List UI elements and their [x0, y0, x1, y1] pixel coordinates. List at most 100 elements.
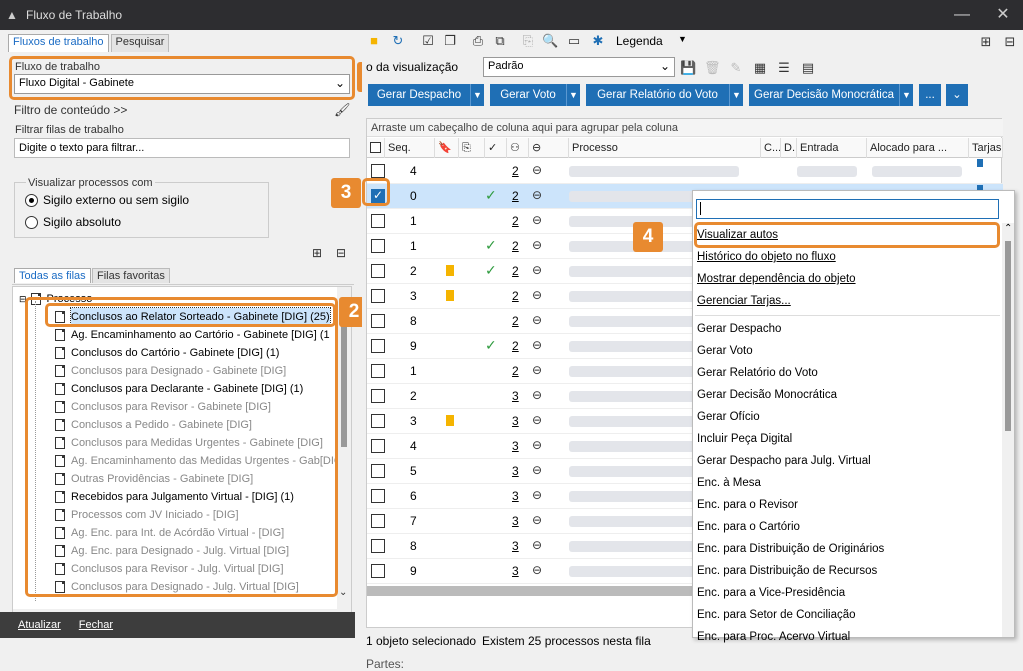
radio-external[interactable]: Sigilo externo ou sem sigilo [25, 193, 189, 207]
row-count-link[interactable]: 2 [512, 239, 519, 253]
row-checkbox[interactable] [371, 214, 385, 228]
row-count-link[interactable]: 2 [512, 189, 519, 203]
menu-item[interactable]: Mostrar dependência do objeto [697, 269, 856, 289]
menu-item[interactable]: Enc. para o Revisor [697, 495, 798, 515]
menu-item[interactable]: Enc. para Setor de Conciliação [697, 605, 856, 625]
menu-item[interactable]: Gerar Despacho [697, 319, 781, 339]
view-select[interactable]: Padrão ⌄ [483, 57, 675, 77]
row-count-link[interactable]: 3 [512, 439, 519, 453]
row-checkbox[interactable] [371, 164, 385, 178]
bookmark-icon[interactable]: ■ [366, 33, 382, 49]
calendar-icon[interactable]: ▤ [800, 60, 816, 76]
tree-scrollbar[interactable]: ⌄ [337, 287, 351, 609]
menu-scroll-up-icon[interactable]: ⌃ [1004, 223, 1012, 234]
header-checkbox[interactable] [367, 138, 385, 158]
link-icon[interactable]: ⊖ [532, 463, 542, 477]
row-checkbox[interactable] [371, 289, 385, 303]
menu-item[interactable]: Gerar Despacho para Julg. Virtual [697, 451, 871, 471]
row-count-link[interactable]: 3 [512, 539, 519, 553]
row-count-link[interactable]: 2 [512, 339, 519, 353]
menu-item[interactable]: Gerar Decisão Monocrática [697, 385, 837, 405]
header-tarjas[interactable]: Tarjas [969, 138, 1003, 158]
link-icon[interactable]: ⊖ [532, 288, 542, 302]
grid-hscroll-thumb[interactable] [367, 586, 692, 596]
row-count-link[interactable]: 2 [512, 214, 519, 228]
header-check-icon[interactable]: ✓ [485, 138, 507, 158]
tree-scroll-thumb[interactable] [341, 317, 347, 447]
link-icon[interactable]: ⊖ [532, 313, 542, 327]
print-icon[interactable]: ⎙ [470, 33, 486, 49]
content-filter-link[interactable]: Filtro de conteúdo >> [14, 103, 127, 117]
edit-icon[interactable]: ✎ [728, 60, 744, 76]
brush-icon[interactable]: 🖌 [334, 102, 351, 118]
refresh-link[interactable]: Atualizar [18, 619, 61, 631]
row-count-link[interactable]: 2 [512, 264, 519, 278]
link-icon[interactable]: ⊖ [532, 488, 542, 502]
menu-item[interactable]: Enc. para Proc. Acervo Virtual [697, 627, 850, 647]
link-icon[interactable]: ⊖ [532, 363, 542, 377]
menu-search-input[interactable] [696, 199, 999, 219]
header-entrada[interactable]: Entrada [797, 138, 867, 158]
gerar-despacho-button[interactable]: Gerar Despacho [368, 84, 470, 106]
menu-item[interactable]: Gerar Voto [697, 341, 753, 361]
row-count-link[interactable]: 2 [512, 364, 519, 378]
legend-button[interactable]: Legenda [616, 34, 663, 48]
row-checkbox[interactable] [371, 489, 385, 503]
gerar-despacho-dropdown[interactable]: ▼ [470, 84, 484, 106]
link-icon[interactable]: ⊖ [532, 263, 542, 277]
tree-view-icon[interactable]: ⊞ [978, 34, 994, 50]
header-people-icon[interactable]: ⚇ [507, 138, 529, 158]
header-d[interactable]: D. [781, 138, 797, 158]
menu-item[interactable]: Enc. para Distribuição de Recursos [697, 561, 877, 581]
tab-all-queues[interactable]: Todas as filas [14, 268, 91, 283]
row-checkbox[interactable] [371, 314, 385, 328]
menu-scrollbar[interactable]: ⌃ [1002, 223, 1014, 637]
row-count-link[interactable]: 3 [512, 389, 519, 403]
table-row[interactable]: 4 2 ⊖ [367, 159, 1003, 184]
tree-collapse-icon[interactable]: ⊟ [336, 246, 346, 260]
link-icon[interactable]: ⊖ [532, 563, 542, 577]
header-link-icon[interactable]: ⊖ [529, 138, 569, 158]
row-checkbox[interactable] [371, 439, 385, 453]
menu-item[interactable]: Incluir Peça Digital [697, 429, 792, 449]
row-count-link[interactable]: 3 [512, 489, 519, 503]
checklist-icon[interactable]: ☑ [420, 33, 436, 49]
header-alocado[interactable]: Alocado para ... [867, 138, 969, 158]
row-checkbox[interactable] [371, 239, 385, 253]
row-count-link[interactable]: 2 [512, 314, 519, 328]
close-button[interactable]: ✕ [983, 0, 1023, 30]
header-c[interactable]: C... [761, 138, 781, 158]
excel-icon[interactable]: ▦ [752, 60, 768, 76]
close-link[interactable]: Fechar [79, 619, 113, 631]
gerar-voto-button[interactable]: Gerar Voto [490, 84, 566, 106]
link-icon[interactable]: ⊖ [532, 388, 542, 402]
row-count-link[interactable]: 2 [512, 289, 519, 303]
link-icon[interactable]: ⊖ [532, 513, 542, 527]
row-count-link[interactable]: 3 [512, 514, 519, 528]
row-count-link[interactable]: 3 [512, 464, 519, 478]
comment-icon[interactable]: ▭ [566, 33, 582, 49]
row-checkbox[interactable] [371, 364, 385, 378]
attach-icon[interactable]: ⎘ [520, 33, 536, 49]
legend-dropdown-icon[interactable]: ▼ [678, 34, 687, 44]
tab-workflows[interactable]: Fluxos de trabalho [8, 34, 109, 52]
gerar-relatorio-dropdown[interactable]: ▼ [729, 84, 743, 106]
header-bookmark-icon[interactable]: 🔖 [435, 138, 459, 158]
gerar-relatorio-button[interactable]: Gerar Relatório do Voto [586, 84, 729, 106]
people-icon[interactable]: ✱ [590, 33, 606, 49]
menu-item[interactable]: Gerenciar Tarjas... [697, 291, 791, 311]
row-checkbox[interactable] [371, 564, 385, 578]
document-list-icon[interactable]: ☰ [776, 60, 792, 76]
menu-item[interactable]: Histórico do objeto no fluxo [697, 247, 836, 267]
menu-item[interactable]: Gerar Ofício [697, 407, 760, 427]
more-actions-button[interactable]: ... [919, 84, 941, 106]
tab-favorite-queues[interactable]: Filas favoritas [92, 268, 170, 283]
header-seq[interactable]: Seq. [385, 138, 435, 158]
header-attachment-icon[interactable]: ⎘ [459, 138, 485, 158]
row-checkbox[interactable] [371, 264, 385, 278]
link-icon[interactable]: ⊖ [532, 188, 542, 202]
tree-expand-icon[interactable]: ⊞ [312, 246, 322, 260]
row-checkbox[interactable] [371, 339, 385, 353]
row-checkbox[interactable] [371, 464, 385, 478]
row-count-link[interactable]: 2 [512, 164, 519, 178]
